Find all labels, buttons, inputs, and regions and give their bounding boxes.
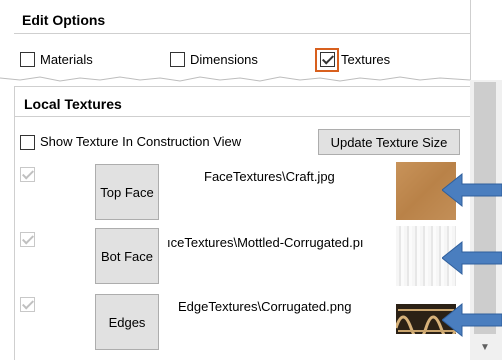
edit-options-divider — [14, 33, 470, 34]
top-face-button[interactable]: Top Face — [95, 164, 159, 220]
show-texture-label: Show Texture In Construction View — [40, 134, 242, 149]
bot-face-checkbox[interactable] — [20, 232, 35, 247]
edges-checkbox[interactable] — [20, 297, 35, 312]
materials-checkbox[interactable] — [20, 52, 35, 67]
textures-label: Textures — [341, 52, 391, 67]
materials-label: Materials — [40, 52, 93, 67]
texture-options-panel: Edit Options Materials Dimensions Textur… — [0, 0, 502, 360]
edges-texture-path: EdgeTextures\Corrugated.png — [178, 299, 352, 314]
torn-edge — [0, 76, 470, 82]
textures-checkbox[interactable] — [320, 52, 335, 67]
edit-options-title: Edit Options — [22, 12, 106, 28]
show-texture-checkbox[interactable] — [20, 135, 35, 150]
update-texture-size-button[interactable]: Update Texture Size — [318, 129, 460, 155]
dimensions-label: Dimensions — [190, 52, 258, 67]
edit-options-border — [470, 0, 471, 80]
blue-arrow-icon — [442, 172, 502, 208]
dimensions-checkbox[interactable] — [170, 52, 185, 67]
bot-face-button[interactable]: Bot Face — [95, 228, 159, 284]
top-face-texture-path: FaceTextures\Craft.jpg — [204, 169, 335, 184]
blue-arrow-icon — [442, 240, 502, 276]
edges-button[interactable]: Edges — [95, 294, 159, 350]
bot-face-texture-path: ıceTextures\Mottled-Corrugated.pı — [167, 235, 364, 250]
scroll-down-arrow-icon[interactable]: ▼ — [474, 340, 496, 356]
top-face-checkbox[interactable] — [20, 167, 35, 182]
local-textures-divider — [14, 116, 470, 117]
local-textures-title: Local Textures — [24, 96, 122, 112]
blue-arrow-icon — [442, 302, 502, 338]
